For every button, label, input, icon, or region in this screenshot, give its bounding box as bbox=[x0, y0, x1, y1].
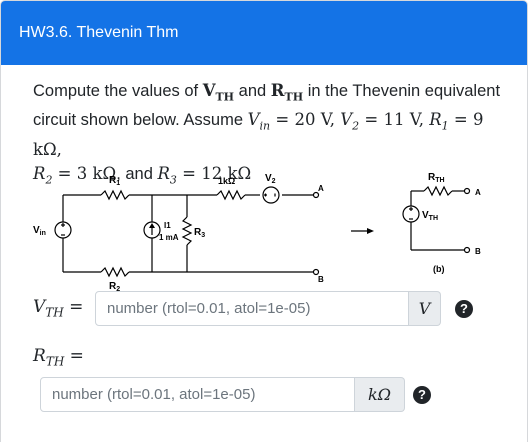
circuit-diagram: R1 R2 R3 Vin I1 1 mA 1kΩ V2 A B RTH VTH … bbox=[33, 172, 481, 293]
rth-resistor bbox=[423, 185, 453, 197]
rth-answer-label-row: RTH = bbox=[33, 346, 84, 368]
r2-resistor bbox=[100, 266, 130, 278]
1k-resistor bbox=[216, 189, 246, 201]
node-b-label: B bbox=[318, 275, 324, 284]
vth-unit: V bbox=[409, 291, 441, 326]
r3-resistor bbox=[181, 216, 193, 246]
thev-node-a-label: A bbox=[475, 188, 481, 197]
rth-answer-label: RTH = bbox=[33, 346, 84, 369]
prompt-text: and bbox=[234, 82, 271, 100]
question-body: Compute the values of VTH and RTH in the… bbox=[1, 65, 527, 442]
v2-label: V2 bbox=[265, 173, 276, 185]
figure-b-label: (b) bbox=[433, 264, 445, 274]
vin-value: Vin = 20 V, bbox=[247, 110, 341, 133]
v2-value: V2 = 11 V, bbox=[340, 110, 430, 133]
vth-help-icon[interactable]: ? bbox=[455, 299, 473, 318]
question-header: HW3.6. Thevenin Thm bbox=[1, 1, 527, 65]
vth-answer-label: VTH = bbox=[33, 297, 84, 320]
rth-input-placeholder: number (rtol=0.01, atol=1e-05) bbox=[52, 386, 256, 403]
r1-resistor bbox=[100, 189, 130, 201]
prompt-text: Compute the values of bbox=[33, 82, 203, 100]
rth-help-icon[interactable]: ? bbox=[413, 385, 431, 404]
r3-label: R3 bbox=[194, 227, 205, 239]
vth-answer-row: VTH = number (rtol=0.01, atol=1e-05) V ? bbox=[33, 291, 473, 326]
rth-answer-row: number (rtol=0.01, atol=1e-05) kΩ ? bbox=[40, 377, 431, 412]
rth-symbol: RTH bbox=[270, 81, 304, 104]
i1-value: 1 mA bbox=[159, 233, 179, 242]
node-a-label: A bbox=[318, 184, 324, 193]
prompt-text: in the Thevenin equivalent bbox=[303, 82, 501, 100]
rth-label: RTH bbox=[428, 172, 445, 184]
vth-input-placeholder: number (rtol=0.01, atol=1e-05) bbox=[107, 300, 311, 317]
r1-label: R1 bbox=[109, 175, 120, 187]
question-card: HW3.6. Thevenin Thm Compute the values o… bbox=[0, 0, 528, 442]
thev-node-b-label: B bbox=[475, 247, 481, 256]
rth-unit: kΩ bbox=[355, 377, 405, 412]
question-title: HW3.6. Thevenin Thm bbox=[19, 24, 179, 41]
res-1k-label: 1kΩ bbox=[218, 176, 235, 186]
rth-input[interactable]: number (rtol=0.01, atol=1e-05) bbox=[40, 377, 355, 412]
vin-label: Vin bbox=[33, 225, 46, 237]
vth-label: VTH bbox=[422, 210, 438, 222]
i1-label: I1 bbox=[164, 221, 171, 230]
prompt-text: circuit shown below. Assume bbox=[33, 111, 248, 130]
vth-input[interactable]: number (rtol=0.01, atol=1e-05) bbox=[95, 291, 409, 326]
vth-symbol: VTH bbox=[202, 81, 235, 104]
